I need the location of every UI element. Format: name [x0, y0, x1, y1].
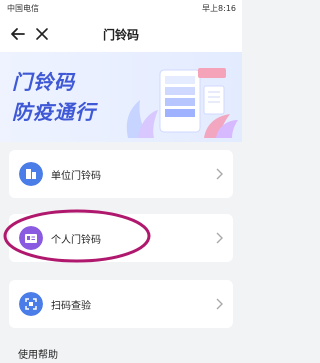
carrier-label: 中国电信: [7, 4, 39, 13]
banner-headline-1: 门铃码: [12, 70, 75, 94]
help-link[interactable]: 使用帮助: [18, 346, 58, 361]
chevron-right-icon: [216, 232, 223, 244]
card-unit-doorbell-code[interactable]: 单位门铃码: [9, 150, 233, 198]
banner-headline-2: 防疫通行: [12, 100, 96, 124]
highlight-ellipse: [3, 209, 151, 263]
card-scan-verify[interactable]: 扫码查验: [9, 280, 233, 328]
banner-illustration: [126, 68, 238, 138]
chevron-right-icon: [216, 168, 223, 180]
status-time: 早上8:16: [202, 4, 236, 13]
banner: 门铃码 防疫通行: [0, 52, 242, 142]
status-bar: 中国电信 早上8:16: [0, 0, 242, 16]
scan-icon: [19, 292, 43, 316]
card-label: 单位门铃码: [51, 171, 101, 182]
nav-bar: 门铃码: [0, 16, 242, 52]
building-icon: [19, 162, 43, 186]
page-title: 门铃码: [102, 28, 139, 42]
card-label: 扫码查验: [51, 301, 91, 312]
chevron-right-icon: [216, 298, 223, 310]
